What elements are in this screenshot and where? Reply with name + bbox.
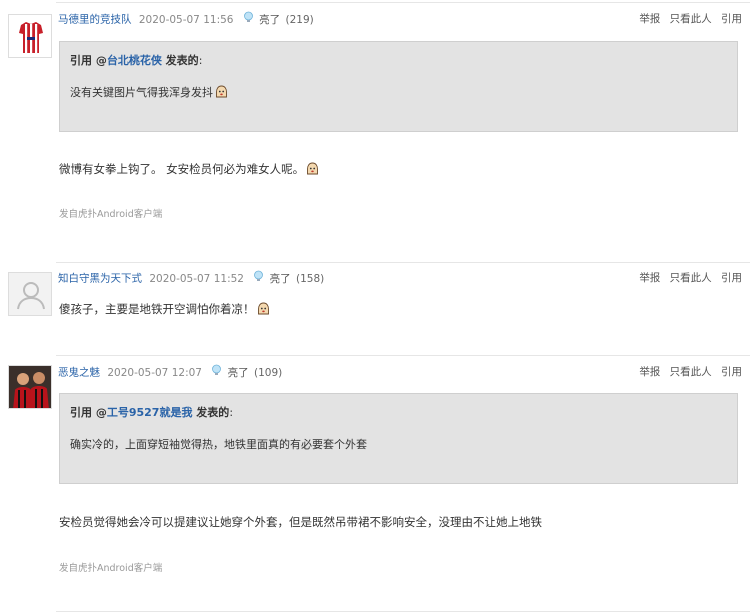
football-players-avatar-icon xyxy=(9,366,51,408)
lightbulb-icon[interactable] xyxy=(243,11,254,28)
report-button[interactable]: 举报 xyxy=(639,272,660,284)
lightbulb-icon[interactable] xyxy=(211,364,222,381)
quote-block: 引用 @台北桃花侠 发表的: 没有关键图片气得我浑身发抖 xyxy=(59,41,738,132)
light-button-label[interactable]: 亮了 xyxy=(259,14,280,26)
light-count: (219) xyxy=(285,13,314,26)
post-meta: 马德里的竞技队 2020-05-07 11:56 亮了 (219) xyxy=(58,11,314,27)
username-link[interactable]: 马德里的竞技队 xyxy=(58,14,132,26)
jersey-avatar-icon xyxy=(9,15,51,57)
client-source: 发自虎扑Android客户端 xyxy=(59,209,163,220)
avatar[interactable] xyxy=(8,272,52,316)
post-time: 2020-05-07 11:56 xyxy=(138,13,234,26)
post-meta: 知白守黑为天下式 2020-05-07 11:52 亮了 (158) xyxy=(58,270,324,286)
quote-header: 引用 @工号9527就是我 发表的: xyxy=(70,404,727,422)
quote-button[interactable]: 引用 xyxy=(721,13,742,25)
light-count: (158) xyxy=(296,272,325,285)
avatar[interactable] xyxy=(8,365,52,409)
avatar[interactable] xyxy=(8,14,52,58)
client-source: 发自虎扑Android客户端 xyxy=(59,563,163,574)
post-meta: 恶鬼之魅 2020-05-07 12:07 亮了 (109) xyxy=(58,364,282,380)
username-link[interactable]: 恶鬼之魅 xyxy=(58,367,100,379)
sweat-emoji-icon xyxy=(216,85,227,98)
default-user-avatar-icon xyxy=(9,273,51,315)
quote-text: 没有关键图片气得我浑身发抖 xyxy=(70,84,727,102)
lightbulb-icon[interactable] xyxy=(253,270,264,287)
light-button-label[interactable]: 亮了 xyxy=(228,367,249,379)
quote-text: 确实冷的，上面穿短袖觉得热，地铁里面真的有必要套个外套 xyxy=(70,438,367,451)
post-time: 2020-05-07 12:07 xyxy=(107,366,202,379)
post-divider xyxy=(56,611,750,612)
username-link[interactable]: 知白守黑为天下式 xyxy=(58,273,142,285)
post-divider xyxy=(56,355,750,356)
quoted-user-link[interactable]: 台北桃花侠 xyxy=(107,54,162,67)
post-time: 2020-05-07 11:52 xyxy=(149,272,244,285)
post-actions: 举报 只看此人 引用 xyxy=(633,364,742,380)
post-text: 微博有女拳上钩了。 女安检员何必为难女人呢。 xyxy=(59,162,305,176)
post-content: 微博有女拳上钩了。 女安检员何必为难女人呢。 xyxy=(59,160,319,178)
quote-button[interactable]: 引用 xyxy=(721,272,742,284)
sweat-emoji-icon xyxy=(307,162,319,175)
post-divider xyxy=(56,2,750,3)
post-text: 傻孩子，主要是地铁开空调怕你着凉！ xyxy=(59,302,255,316)
light-count: (109) xyxy=(254,366,283,379)
post-actions: 举报 只看此人 引用 xyxy=(633,11,742,27)
post-actions: 举报 只看此人 引用 xyxy=(633,270,742,286)
report-button[interactable]: 举报 xyxy=(639,366,660,378)
quoted-user-link[interactable]: 工号9527就是我 xyxy=(107,406,193,419)
light-button-label[interactable]: 亮了 xyxy=(270,273,291,285)
quote-colon: : xyxy=(229,406,234,419)
quote-prefix: 引用 @ xyxy=(70,406,107,419)
only-this-user-button[interactable]: 只看此人 xyxy=(670,272,712,284)
post-content: 安检员觉得她会冷可以提建议让她穿个外套，但是既然吊带裙不影响安全，没理由不让她上… xyxy=(59,515,542,529)
sweat-emoji-icon xyxy=(257,302,269,315)
only-this-user-button[interactable]: 只看此人 xyxy=(670,366,712,378)
post-content: 傻孩子，主要是地铁开空调怕你着凉！ xyxy=(59,300,270,318)
quote-block: 引用 @工号9527就是我 发表的: 确实冷的，上面穿短袖觉得热，地铁里面真的有… xyxy=(59,393,738,484)
quote-button[interactable]: 引用 xyxy=(721,366,742,378)
only-this-user-button[interactable]: 只看此人 xyxy=(670,13,712,25)
quote-text-content: 没有关键图片气得我浑身发抖 xyxy=(70,86,213,99)
quote-colon: : xyxy=(198,54,203,67)
quote-suffix: 发表的 xyxy=(161,54,199,67)
quote-header: 引用 @台北桃花侠 发表的: xyxy=(70,52,727,70)
quote-prefix: 引用 @ xyxy=(70,54,107,67)
post-divider xyxy=(56,262,750,263)
report-button[interactable]: 举报 xyxy=(639,13,660,25)
quote-suffix: 发表的 xyxy=(192,406,230,419)
